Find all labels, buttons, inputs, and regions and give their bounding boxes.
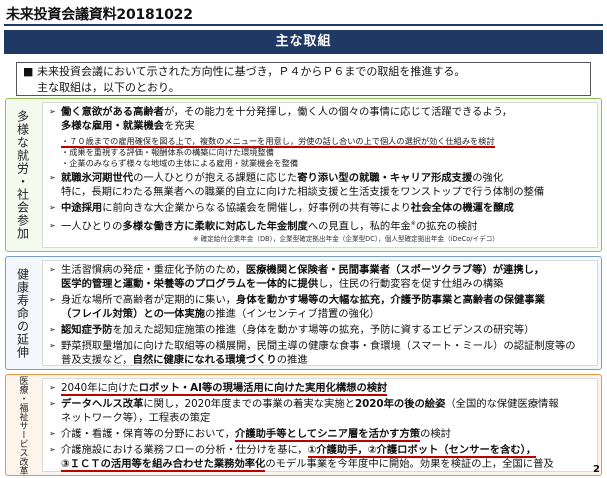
list-item: ➢ 認知症予防を加えた認知症施策の推進（身体を動かす場等の拡充，予防に資するエビデ… — [49, 324, 535, 336]
arrow-bullet-icon: ➢ — [49, 445, 56, 454]
arrow-bullet-icon: ➢ — [49, 399, 56, 408]
list-item-continuation: （フレイル対策）との一体実施の推進（インセンティブ措置の強化） — [61, 308, 380, 320]
list-item: ➢ 身近な場所で高齢者が定期的に集い，身体を動かす場等の大幅な拡充，介護予防事業と… — [49, 294, 545, 306]
page-number: 2 — [593, 464, 600, 475]
section-health: 健康寿命の延伸 ➢ 生活習慣病の発症・重症化予防のため，医療機関と保険者・民間事業… — [5, 256, 602, 370]
arrow-bullet-icon: ➢ — [49, 107, 56, 116]
footnote: ※ 確定給付企業年金（DB），企業型確定拠出年金（企業型DC），個人型確定拠出年… — [193, 235, 499, 243]
square-bullet-icon: ■ — [23, 65, 34, 78]
list-item: ➢ 2040年に向けたロボット・AI等の現場活用に向けた実用化構想の検討 — [49, 382, 388, 396]
arrow-bullet-icon: ➢ — [49, 429, 56, 438]
arrow-bullet-icon: ➢ — [49, 265, 56, 274]
intro-line-2: 主な取組は，以下のとおり。 — [37, 81, 180, 94]
arrow-bullet-icon: ➢ — [49, 295, 56, 304]
list-item-continuation: 多様な雇用・就業機会を充実 — [61, 120, 195, 132]
section-body-health: ➢ 生活習慣病の発症・重症化予防のため，医療機関と保険者・民間事業者（スポーツクラ… — [42, 260, 598, 366]
list-item: ➢ 生活習慣病の発症・重症化予防のため，医療機関と保険者・民間事業者（スポーツクラ… — [49, 264, 545, 276]
arrow-bullet-icon: ➢ — [49, 383, 56, 392]
list-item: ➢ 働く意欲がある高齢者が，その能力を十分発揮し，働く人の個々の事情に応じて活躍で… — [49, 106, 513, 118]
section-body-employment: ➢ 働く意欲がある高齢者が，その能力を十分発揮し，働く人の個々の事情に応じて活躍で… — [42, 102, 598, 248]
arrow-bullet-icon: ➢ — [49, 325, 56, 334]
list-item-continuation: 特に，長期にわたる無業者への職業的自立に向けた相談支援と生活支援をワンストップで… — [61, 186, 545, 198]
title-divider — [4, 24, 603, 26]
arrow-bullet-icon: ➢ — [49, 203, 56, 212]
section-body-care: ➢ 2040年に向けたロボット・AI等の現場活用に向けた実用化構想の検討 ➢ データ… — [42, 378, 598, 472]
slide: 未来投資会議資料20181022 主な取組 ■ 未来投資会議において示された方向性… — [0, 0, 607, 478]
sub-item: ・企業のみならず様々な地域の主体による雇用・就業機会を整備 — [61, 158, 299, 168]
list-item: ➢ 一人ひとりの多様な働き方に柔軟に対応した年金制度への見直し，私的年金※の拡充の… — [49, 220, 478, 233]
section-label-health: 健康寿命の延伸 — [15, 267, 30, 359]
list-item-continuation: 医学的管理と運動・栄養等のプログラムを一体的に提供し，住民の行動変容を促す仕組み… — [61, 278, 504, 290]
list-item-continuation: ネットワーク等），工程表の策定 — [61, 412, 211, 424]
list-item: ➢ データヘルス改革に関し，2020年度までの事業の着実な実施と2020年の後の絵… — [49, 398, 559, 410]
list-item-continuation: 普及支援など，自然に健康になれる環境づくりの推進 — [61, 354, 308, 366]
list-item-continuation: ③ＩＣＴの活用等を組み合わせた業務効率化のモデル事業を今年度中に開始。効果を検証… — [61, 458, 554, 472]
intro-box: ■ 未来投資会議において示された方向性に基づき，Ｐ４からＰ６までの取組を推進する。… — [16, 62, 591, 96]
list-item: ➢ 介護施設における業務フローの分析・仕分けを基に，①介護助手，②介護ロボット（セ… — [49, 444, 537, 458]
intro-line-1: 未来投資会議において示された方向性に基づき，Ｐ４からＰ６までの取組を推進する。 — [37, 65, 466, 78]
arrow-bullet-icon: ➢ — [49, 221, 56, 231]
section-employment: 多様な就労・社会参加 ➢ 働く意欲がある高齢者が，その能力を十分発揮し，働く人の個… — [5, 98, 602, 252]
section-care: 医療・福祉サービス改革 ➢ 2040年に向けたロボット・AI等の現場活用に向けた実… — [5, 374, 602, 476]
banner-heading: 主な取組 — [4, 30, 603, 54]
arrow-bullet-icon: ➢ — [49, 173, 56, 182]
section-label-employment: 多様な就労・社会参加 — [15, 110, 30, 240]
list-item: ➢ 就職氷河期世代の一人ひとりが抱える課題に応じた寄り添い型の就職・キャリア形成支… — [49, 172, 504, 184]
list-item: ➢ 野菜摂取量増加に向けた取組等の横展開，民間主導の健康な食事・食環境（スマート・… — [49, 340, 576, 352]
section-label-care: 医療・福祉サービス改革 — [17, 375, 28, 475]
arrow-bullet-icon: ➢ — [49, 341, 56, 350]
list-item: ➢ 中途採用に前向きな大企業からなる協議会を開催し，好事例の共有等により社会全体の… — [49, 202, 514, 214]
document-title: 未来投資会議資料20181022 — [6, 7, 193, 23]
list-item: ➢ 介護・看護・保育等の分野において，介護助手等としてシニア層を活かす方策の検討 — [49, 428, 451, 442]
